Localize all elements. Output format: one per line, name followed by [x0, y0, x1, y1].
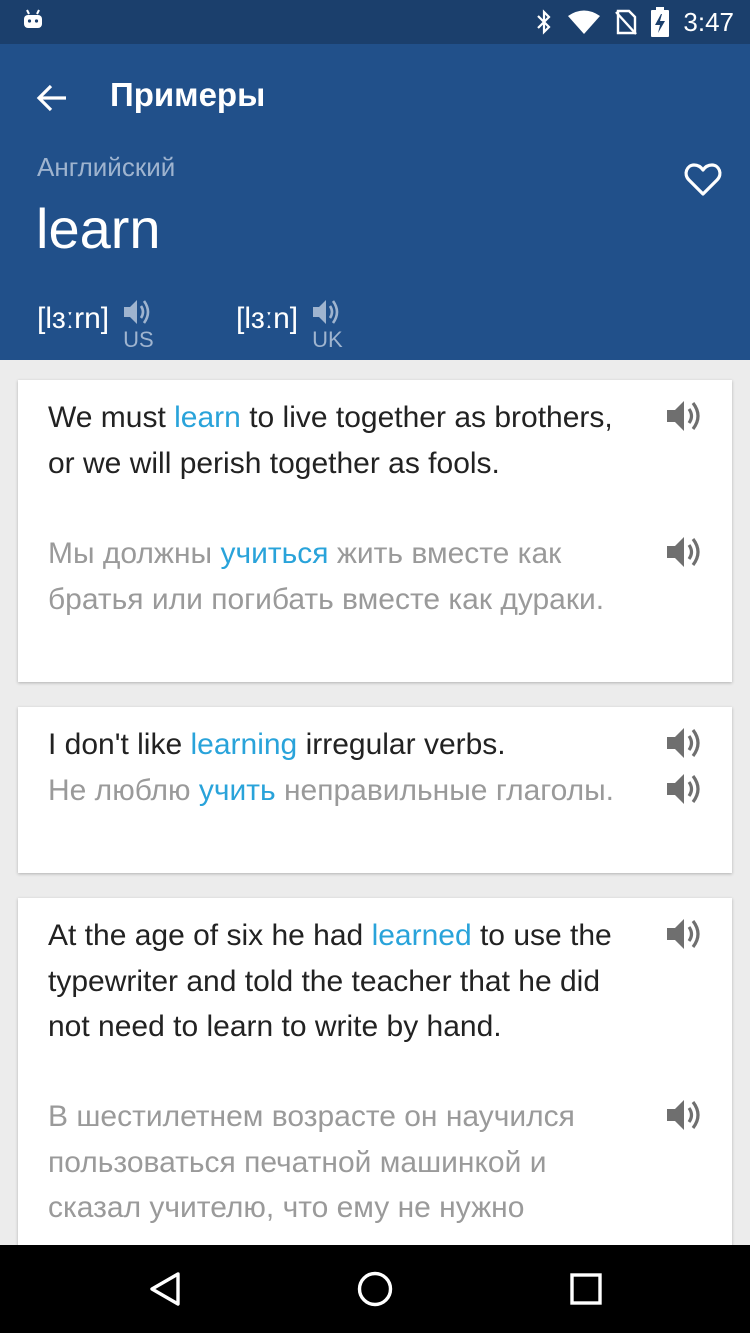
example-card: We must learn to live together as brothe…	[18, 380, 732, 682]
nav-back-button[interactable]	[141, 1265, 189, 1313]
pronunciation-uk: [lɜːn] UK	[236, 298, 343, 353]
heart-outline-icon	[684, 163, 722, 196]
language-label: Английский	[37, 152, 176, 182]
pronunciation-ipa: [lɜːn]	[236, 302, 299, 335]
pronunciation-us: [lɜːrn] US	[37, 298, 154, 353]
pronunciation-region: US	[123, 327, 154, 352]
example-card: At the age of six he had learned to use …	[18, 898, 732, 1258]
play-pronunciation-us-button[interactable]: US	[123, 298, 154, 353]
highlighted-word: learning	[190, 728, 298, 761]
play-translation-button[interactable]	[664, 769, 706, 809]
speaker-icon	[667, 774, 700, 804]
speaker-icon	[667, 1100, 700, 1130]
nav-recents-button[interactable]	[562, 1265, 610, 1313]
play-example-button[interactable]	[664, 723, 706, 763]
play-example-button[interactable]	[664, 396, 706, 436]
highlighted-word: учиться	[220, 537, 329, 570]
example-sentence: We must learn to live together as brothe…	[48, 401, 613, 480]
pronunciation-region: UK	[312, 327, 343, 352]
home-circle-icon	[357, 1271, 393, 1307]
example-translation: Мы должны учиться жить вместе как братья…	[48, 537, 605, 616]
play-translation-button[interactable]	[664, 1095, 706, 1135]
play-pronunciation-uk-button[interactable]: UK	[312, 298, 343, 353]
play-example-button[interactable]	[664, 914, 706, 954]
word-header: Примеры Английский learn [lɜːrn] US [lɜː…	[0, 44, 750, 360]
highlighted-word: learn	[174, 401, 241, 434]
play-translation-button[interactable]	[664, 532, 706, 572]
example-translation: В шестилетнем возрасте он научился польз…	[48, 1100, 575, 1224]
bluetooth-icon	[537, 9, 551, 35]
arrow-back-icon	[36, 84, 66, 112]
wifi-icon	[568, 10, 601, 34]
android-icon	[24, 9, 42, 28]
example-sentence: At the age of six he had learned to use …	[48, 919, 612, 1043]
battery-charging-icon	[651, 7, 670, 37]
speaker-icon	[667, 728, 700, 758]
back-triangle-icon	[150, 1272, 180, 1306]
status-time: 3:47	[683, 6, 734, 37]
example-translation: Не люблю учить неправильные глаголы.	[48, 774, 615, 807]
headword: learn	[36, 197, 161, 260]
system-nav-bar	[0, 1245, 750, 1333]
speaker-icon	[313, 300, 339, 324]
highlighted-word: учить	[198, 774, 276, 807]
highlighted-word: learned	[371, 919, 472, 952]
recents-square-icon	[570, 1273, 602, 1305]
speaker-icon	[667, 537, 700, 567]
pronunciation-ipa: [lɜːrn]	[37, 302, 110, 335]
no-sim-icon	[615, 9, 638, 35]
speaker-icon	[667, 919, 700, 949]
example-sentence: I don't like learning irregular verbs.	[48, 728, 506, 761]
example-card: I don't like learning irregular verbs. Н…	[18, 707, 732, 873]
speaker-icon	[667, 401, 700, 431]
back-button[interactable]	[26, 72, 78, 124]
favorite-button[interactable]	[680, 158, 726, 202]
nav-home-button[interactable]	[351, 1265, 399, 1313]
speaker-icon	[124, 300, 150, 324]
page-title: Примеры	[110, 76, 266, 113]
status-bar: 3:47	[0, 0, 750, 44]
